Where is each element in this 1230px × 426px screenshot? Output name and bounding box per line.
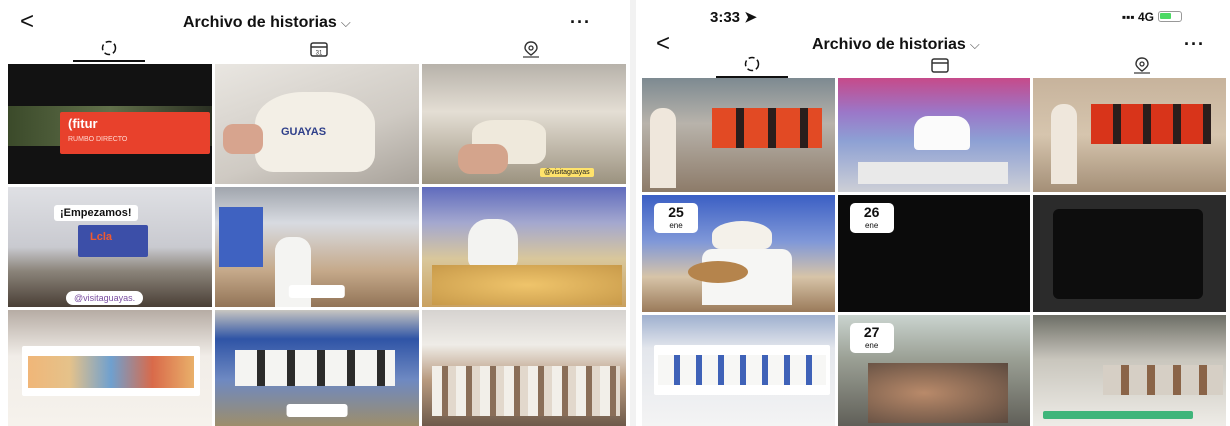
tab-stories[interactable] bbox=[73, 36, 145, 62]
battery-icon bbox=[1158, 11, 1182, 22]
status-signal: ▪▪▪ 4G bbox=[1122, 10, 1182, 24]
story-caption bbox=[286, 404, 348, 417]
tab-calendar[interactable]: 31 bbox=[283, 36, 355, 62]
story-thumbnail[interactable] bbox=[642, 315, 835, 426]
story-thumbnail[interactable] bbox=[215, 310, 419, 426]
story-tag: @visitaguayas bbox=[540, 168, 594, 177]
date-badge: 25 ene bbox=[654, 203, 698, 233]
chevron-down-icon: ⌵ bbox=[340, 15, 351, 30]
story-thumbnail[interactable] bbox=[1033, 315, 1226, 426]
signal-bars-icon: ▪▪▪ bbox=[1121, 10, 1135, 24]
story-thumbnail[interactable]: GUAYAS bbox=[215, 64, 419, 184]
right-tabs bbox=[636, 52, 1230, 78]
stories-icon bbox=[101, 40, 117, 56]
page-title-label: Archivo de historias bbox=[812, 36, 966, 53]
date-badge: 26 ene bbox=[849, 203, 894, 233]
story-thumbnail[interactable] bbox=[215, 187, 419, 307]
bag-print-text: GUAYAS bbox=[281, 126, 327, 138]
story-thumbnail[interactable] bbox=[422, 310, 626, 426]
stage-sign-text: Lcla bbox=[90, 231, 113, 243]
story-thumbnail[interactable]: @visitaguayas bbox=[422, 64, 626, 184]
back-button[interactable]: < bbox=[20, 8, 34, 36]
story-thumbnail[interactable] bbox=[1033, 78, 1226, 192]
tab-location[interactable] bbox=[495, 36, 567, 62]
story-thumbnail[interactable] bbox=[837, 78, 1031, 192]
story-thumbnail[interactable] bbox=[422, 187, 626, 307]
status-bar: 3:33 ➤ ▪▪▪ 4G bbox=[636, 6, 1230, 28]
badge-month: ene bbox=[864, 341, 879, 350]
calendar-icon: 31 bbox=[310, 42, 328, 57]
calendar-icon bbox=[931, 58, 949, 73]
svg-text:31: 31 bbox=[316, 51, 323, 57]
badge-month: ene bbox=[669, 221, 683, 230]
story-thumbnail[interactable] bbox=[642, 78, 835, 192]
date-badge: 27 ene bbox=[849, 323, 894, 353]
status-time-label: 3:33 bbox=[710, 9, 741, 26]
status-time: 3:33 ➤ bbox=[710, 8, 757, 26]
fitur-sub-text: RUMBO DIRECTO bbox=[68, 136, 128, 143]
left-header: < Archivo de historias ⌵ ··· bbox=[0, 8, 630, 36]
tab-calendar[interactable] bbox=[904, 52, 976, 78]
story-thumbnail[interactable]: 27 ene bbox=[837, 315, 1031, 426]
story-thumbnail[interactable] bbox=[8, 310, 212, 426]
badge-month: ene bbox=[864, 221, 879, 230]
story-thumbnail[interactable]: ¡Empezamos! Lcla @visitaguayas. bbox=[8, 187, 212, 307]
right-story-grid: 25 ene 26 ene 27 ene bbox=[642, 78, 1226, 426]
page-title[interactable]: Archivo de historias ⌵ bbox=[183, 14, 351, 32]
badge-day: 27 bbox=[863, 324, 880, 340]
location-icon bbox=[1134, 57, 1150, 74]
location-icon bbox=[523, 41, 539, 58]
chevron-down-icon: ⌵ bbox=[969, 37, 980, 52]
network-label: 4G bbox=[1137, 10, 1154, 24]
left-story-grid: (fitur RUMBO DIRECTO GUAYAS @visitaguaya… bbox=[8, 64, 626, 426]
more-options-button[interactable]: ··· bbox=[570, 12, 591, 33]
story-handle: @visitaguayas. bbox=[66, 291, 144, 305]
story-thumbnail[interactable] bbox=[1033, 195, 1226, 312]
left-tabs: 31 bbox=[0, 36, 630, 62]
fitur-banner: (fitur RUMBO DIRECTO bbox=[60, 112, 210, 154]
fitur-logo-text: (fitur bbox=[68, 116, 98, 131]
story-thumbnail[interactable]: (fitur RUMBO DIRECTO bbox=[8, 64, 212, 184]
left-screen: < Archivo de historias ⌵ ··· 31 (fitur RU… bbox=[0, 0, 630, 426]
tab-stories[interactable] bbox=[716, 52, 788, 78]
right-screen: 3:33 ➤ ▪▪▪ 4G < Archivo de historias ⌵ ··… bbox=[636, 0, 1230, 426]
story-thumbnail[interactable]: 26 ene bbox=[837, 195, 1031, 312]
story-caption bbox=[288, 285, 346, 298]
badge-day: 25 bbox=[668, 204, 684, 220]
story-headline: ¡Empezamos! bbox=[54, 205, 138, 221]
tab-location[interactable] bbox=[1106, 52, 1178, 78]
location-arrow-icon: ➤ bbox=[744, 9, 757, 26]
stories-icon bbox=[744, 56, 760, 72]
badge-day: 26 bbox=[863, 204, 880, 220]
story-thumbnail[interactable]: 25 ene bbox=[642, 195, 835, 312]
page-title-label: Archivo de historias bbox=[183, 14, 337, 31]
